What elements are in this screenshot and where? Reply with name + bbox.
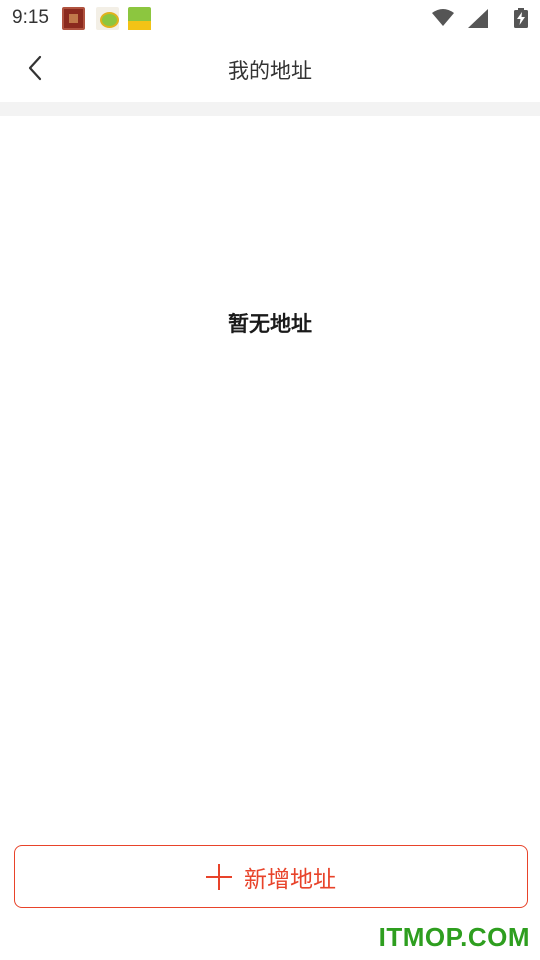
status-bar: 9:15	[0, 0, 540, 36]
app-notification-icon	[62, 7, 85, 30]
nav-bar: 我的地址	[0, 36, 540, 102]
app-notification-icon	[128, 7, 151, 30]
battery-charging-icon	[514, 8, 528, 28]
signal-icon	[468, 9, 488, 28]
empty-state-message: 暂无地址	[228, 312, 312, 336]
page-title: 我的地址	[228, 59, 312, 83]
wifi-icon	[432, 9, 454, 26]
add-address-button[interactable]: 新增地址	[14, 845, 528, 908]
status-time: 9:15	[12, 7, 49, 28]
section-divider	[0, 102, 540, 116]
watermark: ITMOP.COM	[378, 922, 530, 952]
add-address-label: 新增地址	[244, 866, 336, 893]
app-notification-icon	[96, 7, 119, 30]
plus-icon	[206, 863, 232, 890]
